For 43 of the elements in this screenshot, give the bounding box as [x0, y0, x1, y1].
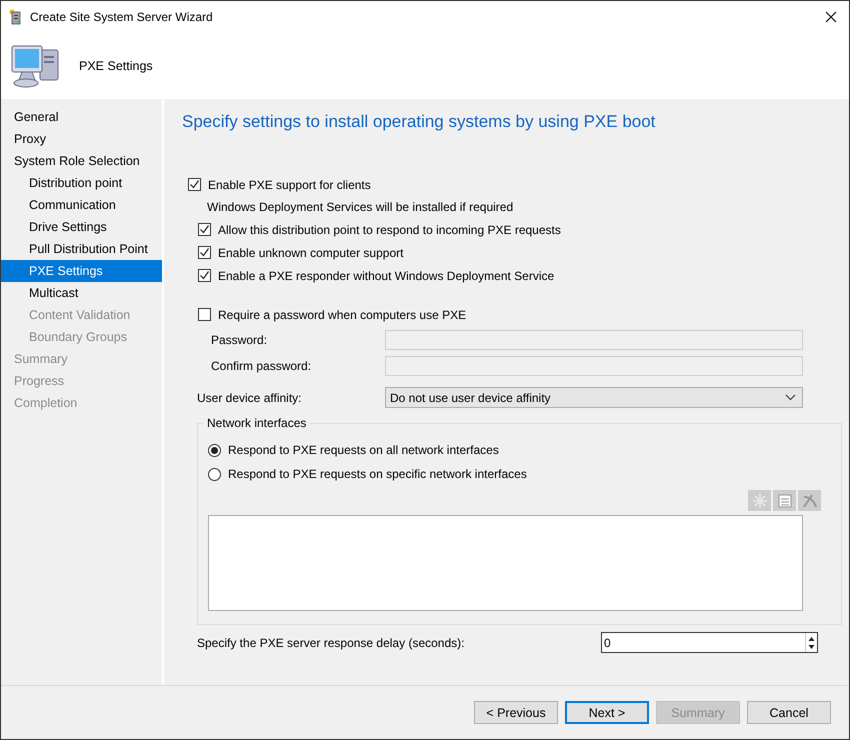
close-icon[interactable] — [825, 10, 837, 22]
wizard-button[interactable]: Next > — [565, 701, 649, 724]
nav-item[interactable]: Proxy — [1, 128, 162, 150]
server-icon — [9, 8, 21, 24]
window-title: Create Site System Server Wizard — [30, 10, 214, 24]
nav-item[interactable]: Pull Distribution Point — [1, 238, 162, 260]
checkbox[interactable] — [198, 246, 211, 259]
spin-down-icon[interactable] — [806, 642, 817, 650]
checkbox-label: Enable a PXE responder without Windows Deployment Service — [218, 268, 554, 282]
radio-label: Respond to PXE requests on specific network interfaces — [228, 467, 527, 481]
dropdown[interactable]: Do not use user device affinity — [385, 387, 803, 408]
radio-button[interactable] — [208, 468, 221, 480]
page-title: PXE Settings — [79, 58, 153, 72]
chevron-down-icon — [785, 394, 796, 401]
field-label: Specify the PXE server response delay (seconds): — [196, 636, 466, 650]
nav-item[interactable]: Drive Settings — [1, 216, 162, 238]
checkbox[interactable] — [188, 178, 201, 191]
checkbox-label: Enable unknown computer support — [218, 246, 404, 260]
nav-item[interactable]: Multicast — [1, 282, 162, 304]
group-title: Network interfaces — [203, 416, 310, 430]
checkbox-label: Require a password when computers use PXE — [218, 308, 466, 322]
nav-item[interactable]: Distribution point — [1, 172, 162, 194]
number-field[interactable]: 0 — [601, 632, 818, 653]
field-label: User device affinity: — [196, 390, 302, 404]
field-label: Password: — [210, 332, 268, 346]
wizard-button[interactable]: < Previous — [474, 701, 558, 724]
nav-item[interactable]: System Role Selection — [1, 150, 162, 172]
checkbox[interactable] — [198, 223, 211, 236]
field-label: Confirm password: — [210, 358, 312, 372]
radio-label: Respond to PXE requests on all network interfaces — [228, 443, 499, 457]
checkbox[interactable] — [198, 269, 211, 282]
nav-item[interactable]: Communication — [1, 194, 162, 216]
page-heading: Specify settings to install operating systems by using PXE boot — [182, 112, 656, 132]
radio-button[interactable] — [208, 444, 221, 456]
checkbox-label: Allow this distribution point to respond to incoming PXE requests — [218, 222, 561, 236]
checkbox[interactable] — [198, 308, 211, 321]
properties-icon[interactable] — [773, 490, 796, 511]
wizard-button[interactable]: Cancel — [747, 701, 831, 724]
checkbox-label: Enable PXE support for clients — [208, 178, 371, 192]
spin-up-icon[interactable] — [806, 634, 817, 642]
nav-item[interactable]: PXE Settings — [1, 260, 162, 282]
nav-item[interactable]: General — [1, 106, 162, 128]
note-text: Windows Deployment Services will be installed if required — [206, 199, 514, 216]
